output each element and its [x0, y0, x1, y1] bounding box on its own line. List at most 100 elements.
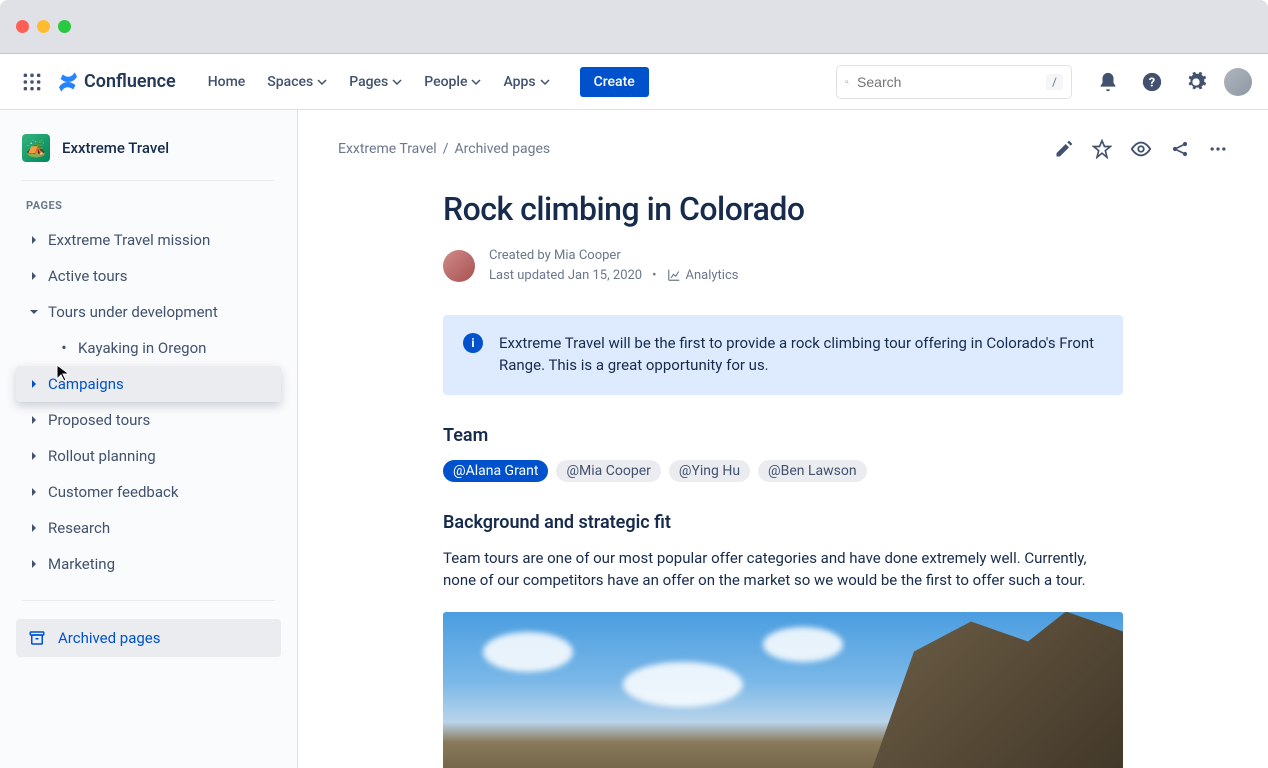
tree-item-label: Customer feedback [48, 483, 178, 501]
chevron-right-icon[interactable] [26, 451, 42, 461]
tree-item-research[interactable]: Research [16, 510, 281, 546]
mac-titlebar [0, 0, 1268, 54]
space-name: Exxtreme Travel [62, 139, 169, 157]
archived-pages-button[interactable]: Archived pages [16, 619, 281, 657]
space-icon: 🏕️ [22, 134, 50, 162]
nav-people[interactable]: People [414, 68, 491, 96]
confluence-logo-icon [56, 70, 80, 94]
search-box[interactable]: / [836, 65, 1072, 99]
watch-button[interactable] [1130, 138, 1152, 160]
mention-mia-cooper[interactable]: @Mia Cooper [556, 460, 660, 482]
last-updated-date: Jan 15, 2020 [568, 268, 642, 283]
star-button[interactable] [1092, 138, 1112, 160]
divider [22, 600, 275, 601]
bullet-icon: • [56, 340, 72, 356]
settings-button[interactable] [1180, 66, 1212, 98]
chevron-right-icon[interactable] [26, 559, 42, 569]
info-icon: i [463, 333, 483, 353]
background-heading: Background and strategic fit [443, 512, 1123, 533]
analytics-link[interactable]: Analytics [667, 266, 739, 286]
tree-item-label: Active tours [48, 267, 127, 285]
breadcrumb: Exxtreme Travel / Archived pages [338, 141, 550, 157]
tree-item-rollout-planning[interactable]: Rollout planning [16, 438, 281, 474]
chevron-right-icon[interactable] [26, 415, 42, 425]
window-maximize-dot[interactable] [58, 20, 71, 33]
chevron-down-icon [392, 77, 402, 87]
search-input[interactable] [857, 74, 1038, 90]
background-body: Team tours are one of our most popular o… [443, 547, 1123, 592]
tree-item-label: Research [48, 519, 110, 537]
breadcrumb-page[interactable]: Archived pages [455, 141, 551, 157]
archived-pages-label: Archived pages [58, 629, 161, 647]
tree-item-label: Exxtreme Travel mission [48, 231, 210, 249]
confluence-logo[interactable]: Confluence [52, 70, 186, 94]
edit-button[interactable] [1054, 138, 1074, 160]
chevron-right-icon[interactable] [26, 271, 42, 281]
help-button[interactable]: ? [1136, 66, 1168, 98]
more-button[interactable] [1208, 138, 1228, 160]
content-area: Exxtreme Travel / Archived pages Rock cl… [298, 110, 1268, 768]
page-title: Rock climbing in Colorado [443, 190, 1123, 228]
space-header[interactable]: 🏕️ Exxtreme Travel [16, 130, 281, 180]
tree-item-tours-under-development[interactable]: Tours under development [16, 294, 281, 330]
share-button[interactable] [1170, 138, 1190, 160]
tree-item-mission[interactable]: Exxtreme Travel mission [16, 222, 281, 258]
mention-ying-hu[interactable]: @Ying Hu [669, 460, 750, 482]
create-button[interactable]: Create [580, 67, 649, 97]
svg-text:?: ? [1149, 75, 1155, 90]
mention-ben-lawson[interactable]: @Ben Lawson [758, 460, 867, 482]
chevron-down-icon [317, 77, 327, 87]
tree-item-label: Rollout planning [48, 447, 156, 465]
tree-item-kayaking[interactable]: • Kayaking in Oregon [16, 330, 281, 366]
search-shortcut: / [1046, 74, 1063, 90]
window-close-dot[interactable] [16, 20, 29, 33]
archive-icon [28, 629, 46, 647]
team-mentions: @Alana Grant @Mia Cooper @Ying Hu @Ben L… [443, 460, 1123, 482]
chevron-down-icon [471, 77, 481, 87]
mention-alana-grant[interactable]: @Alana Grant [443, 460, 548, 482]
nav-home[interactable]: Home [198, 68, 256, 96]
page-actions [1054, 138, 1228, 160]
app-name: Confluence [84, 71, 176, 92]
chevron-down-icon [540, 77, 550, 87]
tree-item-label: Marketing [48, 555, 115, 573]
chevron-down-icon[interactable] [26, 307, 42, 317]
info-panel-text: Exxtreme Travel will be the first to pro… [499, 333, 1103, 377]
hero-image [443, 612, 1123, 768]
divider [22, 180, 275, 181]
chevron-right-icon[interactable] [26, 487, 42, 497]
team-heading: Team [443, 425, 1123, 446]
tree-item-active-tours[interactable]: Active tours [16, 258, 281, 294]
author-name[interactable]: Mia Cooper [554, 248, 621, 263]
tree-item-proposed-tours[interactable]: Proposed tours [16, 402, 281, 438]
cursor-pointer-icon [56, 364, 70, 386]
tree-item-campaigns[interactable]: Campaigns [16, 366, 281, 402]
gear-icon [1185, 71, 1207, 93]
tree-item-label: Kayaking in Oregon [78, 339, 206, 357]
chevron-right-icon[interactable] [26, 379, 42, 389]
tree-item-label: Proposed tours [48, 411, 150, 429]
nav-apps[interactable]: Apps [493, 68, 559, 96]
tree-item-marketing[interactable]: Marketing [16, 546, 281, 582]
tree-item-customer-feedback[interactable]: Customer feedback [16, 474, 281, 510]
chevron-right-icon[interactable] [26, 523, 42, 533]
app-switcher-button[interactable] [16, 66, 48, 98]
analytics-icon [667, 268, 681, 282]
app-switcher-icon [22, 72, 42, 92]
chevron-right-icon[interactable] [26, 235, 42, 245]
nav-pages[interactable]: Pages [339, 68, 412, 96]
notifications-button[interactable] [1092, 66, 1124, 98]
nav-items: Home Spaces Pages People Apps Create [198, 67, 649, 97]
nav-spaces[interactable]: Spaces [257, 68, 337, 96]
pencil-icon [1054, 139, 1074, 159]
author-avatar[interactable] [443, 250, 475, 282]
bell-icon [1097, 71, 1119, 93]
window-minimize-dot[interactable] [37, 20, 50, 33]
help-icon: ? [1141, 71, 1163, 93]
user-avatar[interactable] [1224, 68, 1252, 96]
share-icon [1170, 139, 1190, 159]
byline: Created by Mia Cooper Last updated Jan 1… [443, 246, 1123, 285]
more-icon [1208, 139, 1228, 159]
breadcrumb-space[interactable]: Exxtreme Travel [338, 141, 437, 157]
tree-item-label: Tours under development [48, 303, 218, 321]
